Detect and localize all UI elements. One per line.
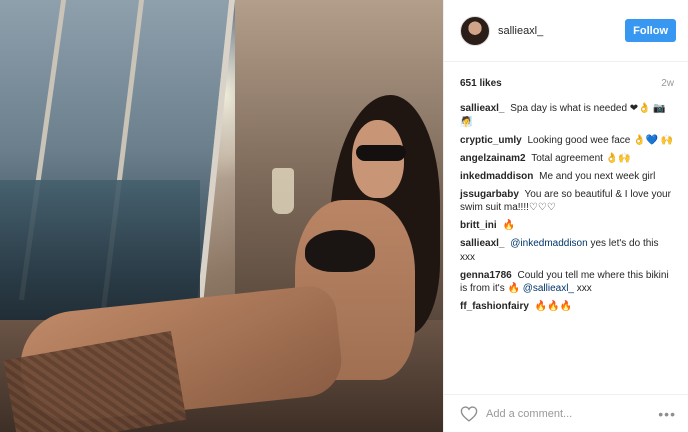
comment-mention[interactable]: @inkedmaddison (510, 238, 587, 249)
comment-author[interactable]: angelzainam2 (460, 153, 526, 164)
comment-item: ff_fashionfairy 🔥🔥🔥 (460, 300, 674, 314)
instagram-post: sallieaxl_ Follow 651 likes 2w sallieaxl… (0, 0, 688, 432)
comment-text: Looking good wee face 👌💙 🙌 (527, 134, 674, 146)
more-options-icon[interactable]: ••• (658, 406, 676, 422)
comment-item: britt_ini 🔥 (460, 219, 674, 233)
comment-author[interactable]: ff_fashionfairy (460, 301, 529, 312)
post-header: sallieaxl_ Follow (444, 0, 688, 62)
comment-author[interactable]: inkedmaddison (460, 171, 533, 182)
post-stats: 651 likes 2w (444, 62, 688, 94)
comment-mention[interactable]: @sallieaxl_ (523, 283, 574, 294)
post-side-panel: sallieaxl_ Follow 651 likes 2w sallieaxl… (443, 0, 688, 432)
comment-list: sallieaxl_ Spa day is what is needed ❤👌 … (444, 94, 688, 394)
comment-author[interactable]: britt_ini (460, 220, 497, 231)
comment-author[interactable]: jssugarbaby (460, 189, 519, 200)
comment-text: 🔥🔥🔥 (534, 301, 573, 312)
avatar[interactable] (460, 15, 490, 46)
comment-author[interactable]: cryptic_umly (460, 135, 522, 146)
add-comment-input[interactable] (486, 407, 659, 420)
post-photo[interactable] (0, 0, 443, 432)
comment-item: jssugarbaby You are so beautiful & I lov… (460, 188, 674, 215)
comment-item: genna1786 Could you tell me where this b… (460, 269, 674, 296)
comment-item: sallieaxl_ Spa day is what is needed ❤👌 … (460, 102, 674, 129)
comment-item: inkedmaddison Me and you next week girl (460, 170, 674, 184)
heart-outline-icon[interactable] (460, 405, 478, 422)
comment-author[interactable]: genna1786 (460, 270, 512, 281)
post-username[interactable]: sallieaxl_ (498, 25, 625, 37)
likes-count[interactable]: 651 likes (460, 78, 502, 89)
post-age[interactable]: 2w (661, 78, 674, 89)
comment-author[interactable]: sallieaxl_ (460, 103, 504, 114)
comment-text-after: xxx (576, 283, 592, 294)
follow-button[interactable]: Follow (625, 19, 676, 42)
comment-text: 🔥 (502, 220, 515, 231)
comment-item: angelzainam2 Total agreement 👌🙌 (460, 152, 674, 166)
comment-text: Me and you next week girl (539, 170, 656, 182)
add-comment-bar: ••• (444, 394, 688, 432)
comment-text: Total agreement 👌🙌 (531, 152, 631, 164)
comment-item: sallieaxl_ @inkedmaddison yes let's do t… (460, 237, 674, 264)
comment-item: cryptic_umly Looking good wee face 👌💙 🙌 (460, 134, 674, 148)
comment-author[interactable]: sallieaxl_ (460, 238, 504, 249)
